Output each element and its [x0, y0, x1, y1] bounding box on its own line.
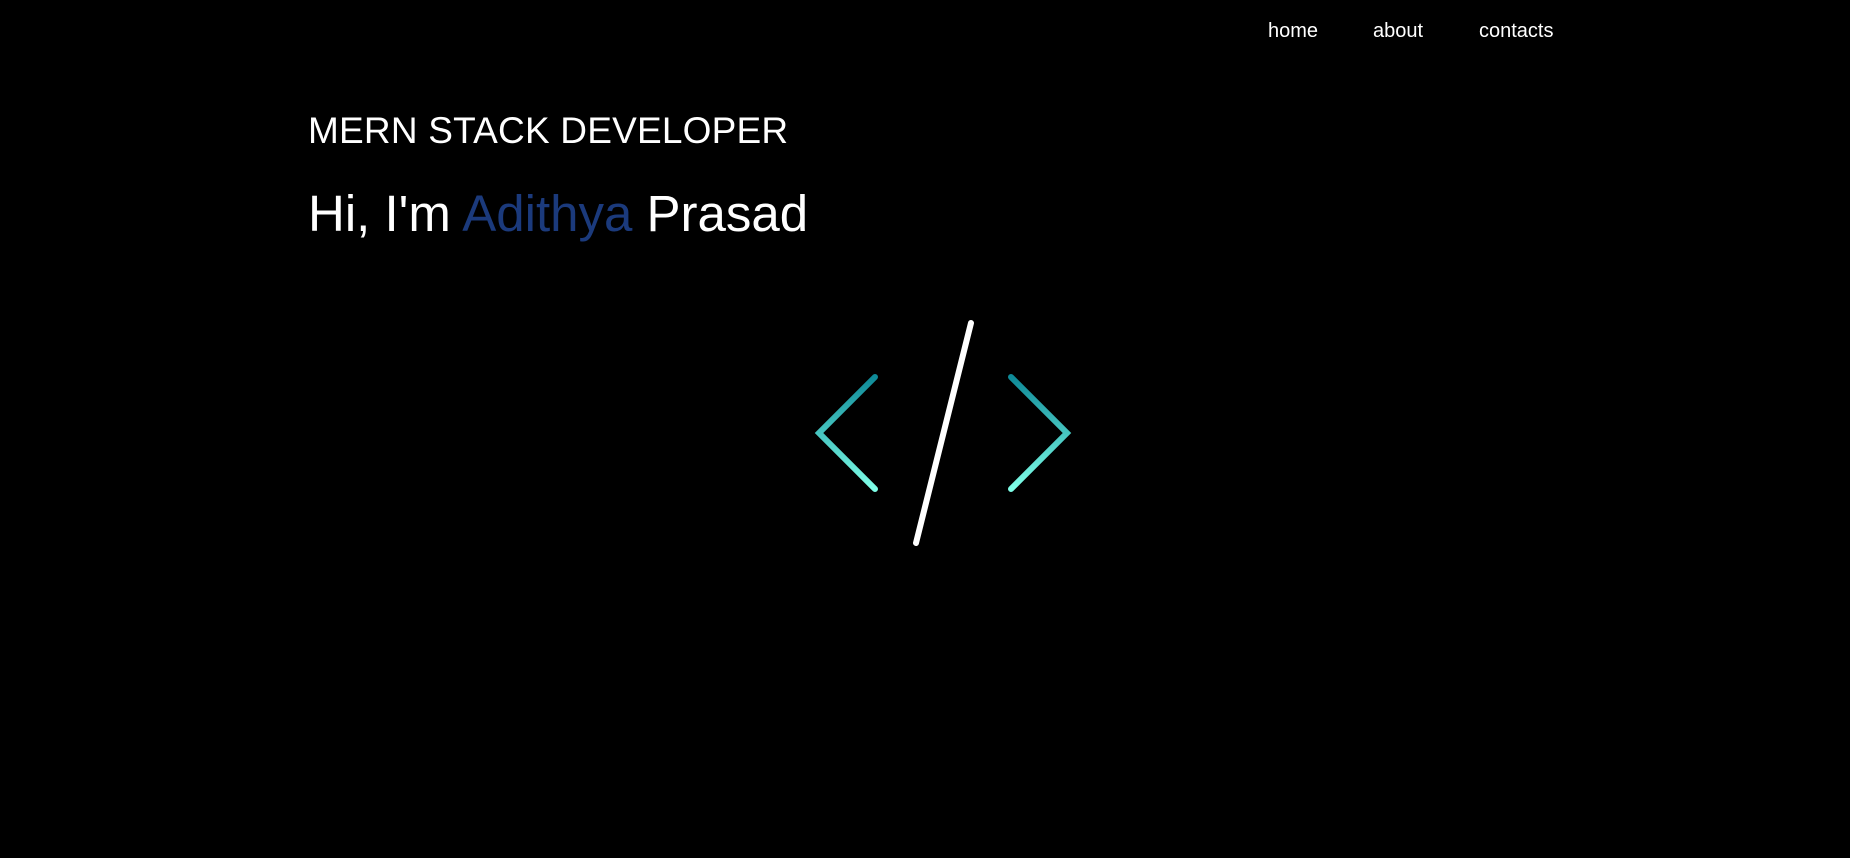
nav-link-contacts[interactable]: contacts — [1479, 19, 1553, 43]
slash-line — [913, 320, 974, 546]
left-angle-bracket — [814, 374, 878, 492]
right-angle-bracket — [1008, 374, 1072, 492]
top-nav: home about contacts — [0, 19, 1850, 45]
hero-headline: Hi, I'm Adithya Prasad — [308, 183, 808, 245]
code-brackets-svg — [814, 320, 1072, 546]
role-title: MERN STACK DEVELOPER — [308, 110, 789, 151]
code-brackets-icon — [800, 300, 1090, 560]
last-name-text: Prasad — [646, 185, 809, 242]
greeting-text: Hi, I'm — [308, 185, 451, 242]
nav-link-about[interactable]: about — [1373, 19, 1423, 43]
first-name-text: Adithya — [462, 185, 633, 242]
nav-link-home[interactable]: home — [1268, 19, 1318, 43]
